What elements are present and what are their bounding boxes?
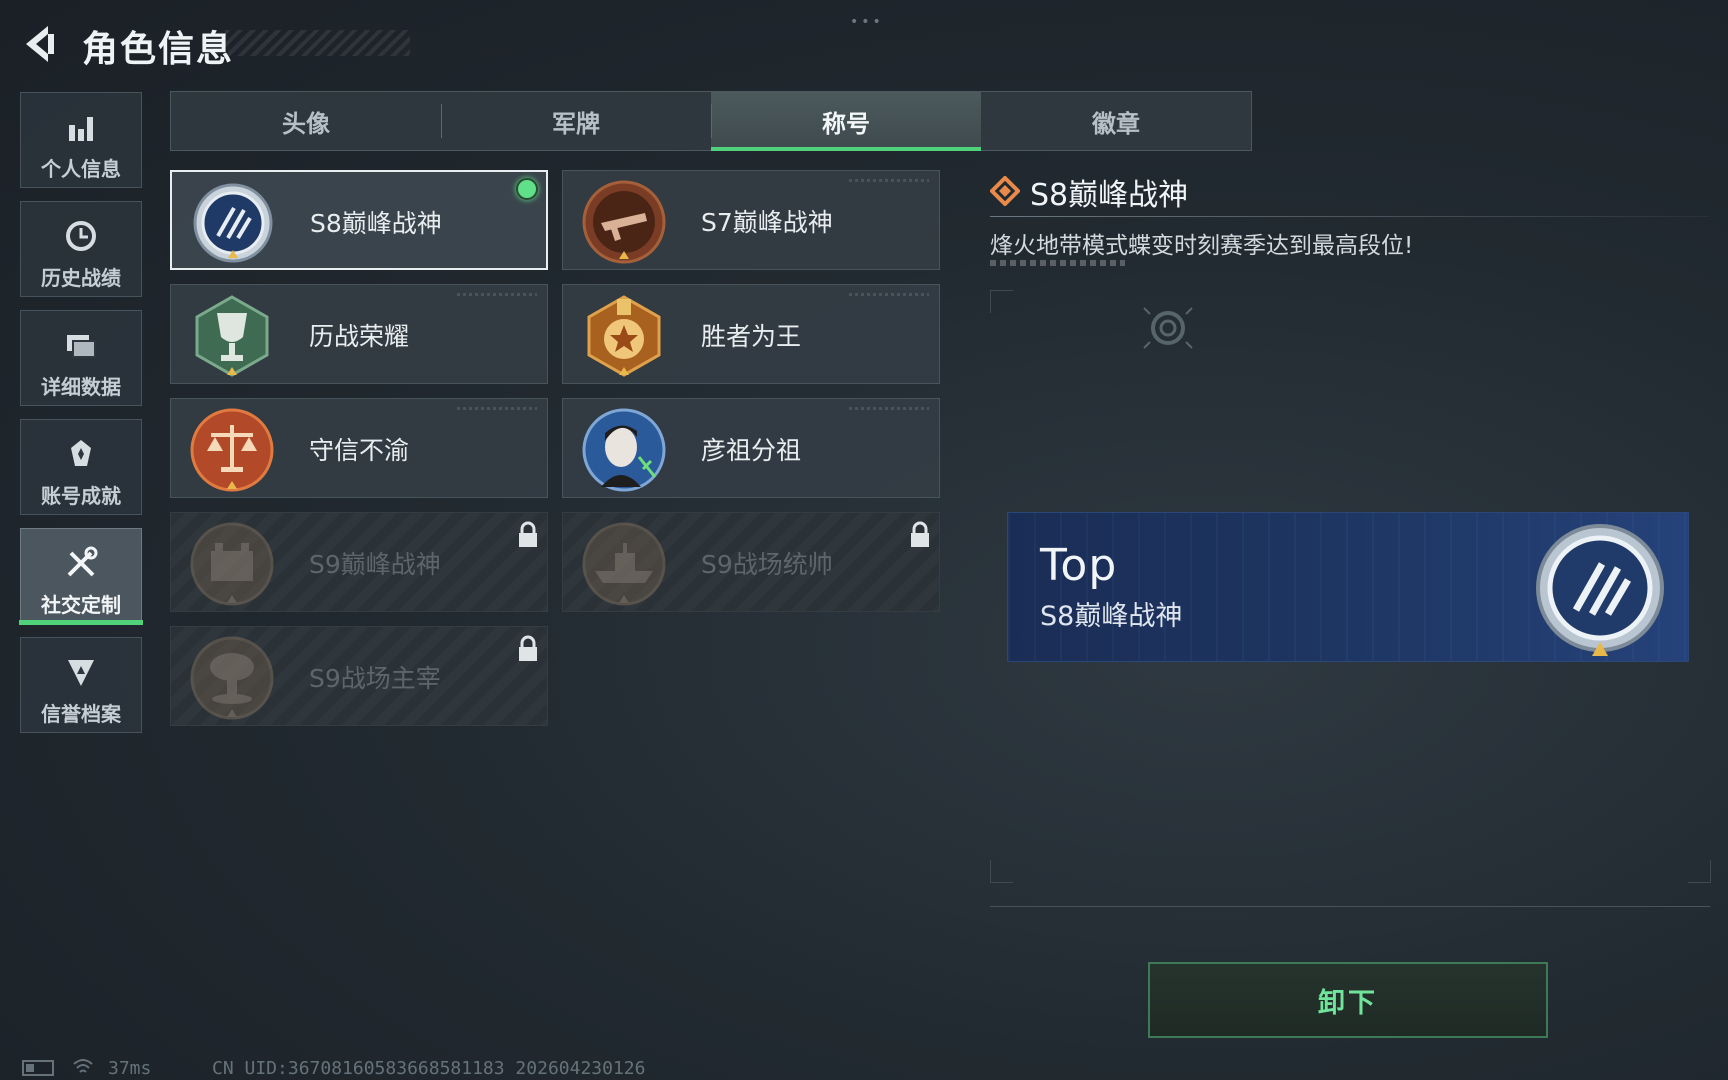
- tab-avatar[interactable]: 头像: [171, 92, 441, 150]
- title-card-s7-peak[interactable]: S7巅峰战神: [562, 170, 940, 270]
- preview-title-label: S8巅峰战神: [1040, 601, 1183, 632]
- title-name: S8巅峰战神: [310, 209, 442, 238]
- title-card-battle-glory[interactable]: 历战荣耀: [170, 284, 548, 384]
- card-decoration: [849, 407, 929, 410]
- folder-icon: [67, 335, 96, 358]
- tab-dog-tag[interactable]: 军牌: [441, 92, 711, 150]
- title-card-keep-faith[interactable]: 守信不渝: [170, 398, 548, 498]
- wifi-icon: [73, 1059, 93, 1073]
- title-name: S9战场统帅: [701, 550, 833, 579]
- medal-emblem-icon: [587, 295, 661, 377]
- portrait-emblem-icon: [582, 408, 666, 492]
- equipped-indicator-icon: [516, 178, 538, 200]
- title-name: 历战荣耀: [309, 322, 410, 351]
- sidebar-item-social-custom[interactable]: 社交定制: [19, 528, 143, 625]
- sidebar-item-label: 历史战绩: [41, 266, 121, 290]
- title-card-s8-peak[interactable]: S8巅峰战神: [170, 170, 548, 270]
- title-name: 守信不渝: [309, 436, 410, 465]
- back-arrow-icon[interactable]: [18, 22, 62, 66]
- lock-icon: [911, 521, 929, 547]
- battery-icon: [22, 1060, 54, 1076]
- title-name: S9战场主宰: [309, 664, 441, 693]
- sidebar-item-credit-record[interactable]: 信誉档案: [20, 637, 142, 733]
- fortress-emblem-icon: [190, 522, 274, 606]
- sidebar-item-label: 社交定制: [41, 593, 121, 617]
- title-card-s9-peak[interactable]: S9巅峰战神: [170, 512, 548, 612]
- sidebar-item-label: 信誉档案: [41, 702, 121, 726]
- preview-top-label: Top: [1040, 540, 1118, 591]
- title-name: S9巅峰战神: [309, 550, 441, 579]
- title-card-yanzu[interactable]: 彦祖分祖: [562, 398, 940, 498]
- card-decoration: [457, 293, 537, 296]
- detail-divider: [990, 216, 1710, 217]
- unequip-button-label: 卸下: [1318, 987, 1378, 1019]
- tools-icon: [67, 546, 98, 577]
- title-name: 彦祖分祖: [701, 436, 802, 465]
- detail-description: 烽火地带模式蝶变时刻赛季达到最高段位!: [990, 233, 1414, 259]
- title-diamond-icon: [990, 176, 1020, 206]
- tab-badge[interactable]: 徽章: [981, 92, 1251, 150]
- mushroom-cloud-emblem-icon: [190, 636, 274, 720]
- unequip-button[interactable]: 卸下: [1148, 962, 1548, 1038]
- card-decoration: [849, 293, 929, 296]
- title-card-s9-dominator[interactable]: S9战场主宰: [170, 626, 548, 726]
- sidebar-item-history[interactable]: 历史战绩: [20, 201, 142, 297]
- active-indicator: [19, 620, 143, 625]
- target-reticle-icon: [1143, 307, 1193, 349]
- bottom-divider: [990, 906, 1710, 907]
- title-name: 胜者为王: [701, 322, 802, 351]
- s8-peak-emblem-icon: [1536, 524, 1664, 656]
- shield-icon: [68, 660, 94, 686]
- card-decoration: [457, 407, 537, 410]
- sidebar-item-detailed-data[interactable]: 详细数据: [20, 310, 142, 406]
- sidebar-item-label: 个人信息: [41, 157, 121, 181]
- s8-peak-emblem-icon: [193, 183, 273, 263]
- sidebar-item-achievements[interactable]: 账号成就: [20, 419, 142, 515]
- uid-readout: CN UID:3670816058366858118З 202604230126: [212, 1058, 646, 1079]
- sidebar-item-label: 账号成就: [41, 484, 121, 508]
- frame-corner: [1688, 860, 1711, 883]
- ping-readout: 37ms: [108, 1058, 152, 1079]
- sidebar-item-label: 详细数据: [41, 375, 121, 399]
- sidebar-item-personal-info[interactable]: 个人信息: [20, 92, 142, 188]
- frame-corner: [990, 290, 1013, 313]
- bar-chart-icon: [69, 117, 93, 141]
- title-card-winner-king[interactable]: 胜者为王: [562, 284, 940, 384]
- description-tick-decoration: [990, 260, 1125, 266]
- page-title: 角色信息: [82, 29, 235, 70]
- card-decoration: [849, 179, 929, 182]
- lock-icon: [519, 635, 537, 661]
- title-stripe-decoration: [225, 30, 410, 56]
- drag-handle-icon: •••: [850, 14, 884, 30]
- warship-emblem-icon: [582, 522, 666, 606]
- s7-peak-emblem-icon: [582, 180, 666, 264]
- history-clock-icon: [66, 221, 96, 251]
- title-card-s9-commander[interactable]: S9战场统帅: [562, 512, 940, 612]
- detail-title: S8巅峰战神: [1030, 178, 1189, 213]
- achievement-icon: [71, 440, 91, 466]
- frame-corner: [990, 860, 1013, 883]
- tab-title[interactable]: 称号: [711, 92, 981, 151]
- trophy-emblem-icon: [195, 295, 269, 377]
- scales-emblem-icon: [190, 408, 274, 492]
- lock-icon: [519, 521, 537, 547]
- title-name: S7巅峰战神: [701, 208, 833, 237]
- category-tabs: 头像 军牌 称号 徽章: [170, 91, 1252, 151]
